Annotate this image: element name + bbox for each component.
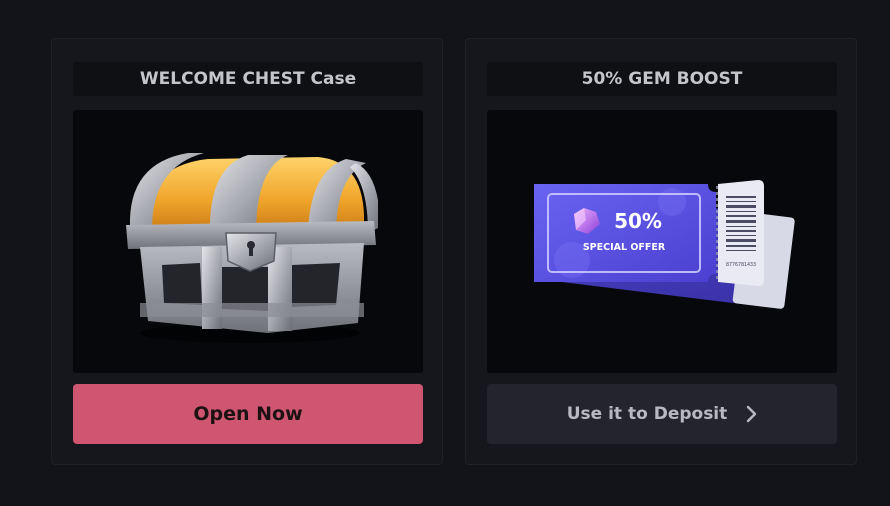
chevron-right-icon — [745, 405, 757, 423]
card-title: 50% GEM BOOST — [487, 62, 837, 96]
ticket-image-panel: 8776781433 50% SPECIAL OFFER — [487, 110, 837, 373]
gem-boost-card: 50% GEM BOOST 8776781433 50% SPECIAL OFF… — [465, 38, 857, 465]
welcome-chest-card: WELCOME CHEST Case Open Now — [51, 38, 443, 465]
card-title: WELCOME CHEST Case — [73, 62, 423, 96]
coupon-ticket-icon: 8776781433 50% SPECIAL OFFER — [534, 179, 795, 309]
open-now-button[interactable]: Open Now — [73, 384, 423, 444]
ticket-serial: 8776781433 — [726, 262, 756, 268]
use-to-deposit-button[interactable]: Use it to Deposit — [487, 384, 837, 444]
ticket-label: SPECIAL OFFER — [583, 242, 666, 253]
deposit-button-label: Use it to Deposit — [566, 404, 728, 424]
chest-image-panel — [73, 110, 423, 373]
ticket-percent: 50% — [614, 209, 662, 233]
treasure-chest-icon — [126, 152, 378, 343]
